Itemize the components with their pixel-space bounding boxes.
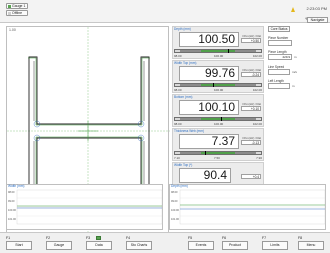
trend-y-tick: 98.00 <box>171 190 178 194</box>
line-speed-unit: m/s <box>292 70 297 74</box>
core-status-button[interactable]: Core Status <box>268 26 290 32</box>
gauge-delta: -0.13 <box>241 140 261 145</box>
gauge-thickness-web[interactable]: Thickness Web (mm) Ohm(Hz) ±Val 7.37 -0.… <box>172 128 264 161</box>
data-button[interactable]: Data <box>86 241 112 250</box>
mode-button[interactable]: Offline <box>6 10 28 16</box>
trend-y-tick: 100.00 <box>171 208 179 212</box>
navigate-button[interactable]: Navigate <box>307 17 328 23</box>
gauge-bar <box>174 151 262 155</box>
gauge-bar <box>174 49 262 53</box>
gauge-name: Thickness Web (mm) <box>174 129 205 133</box>
gauge-delta: +0.10 <box>241 106 261 111</box>
gauge-value: 7.37 <box>179 134 239 149</box>
menu-button[interactable]: Menu <box>298 241 324 250</box>
gauge-name: Width Top (mm) <box>174 61 197 65</box>
gauge-delta: -0.24 <box>241 72 261 77</box>
trend-plot: 98.00 99.00 100.00 101.00 <box>8 189 163 225</box>
left-length-unit: m <box>292 84 295 88</box>
piece-length-field[interactable]: 229.9 <box>268 54 292 60</box>
gauge-value: 99.76 <box>179 66 239 81</box>
trend-y-tick: 99.00 <box>8 199 15 203</box>
gauge-needle <box>228 49 230 53</box>
gauge-delta: +0.4 <box>241 174 261 179</box>
gauge-name: Bottom (mm) <box>174 95 193 99</box>
gauge-depth[interactable]: Depth (mm) Ohm(Hz) ±Val 100.50 +0.50 98.… <box>172 26 264 59</box>
trend-y-tick: 101.00 <box>171 217 179 221</box>
store-charts-button[interactable]: Sto Charts <box>126 241 152 250</box>
gauge-value: 100.10 <box>179 100 239 115</box>
gauge-delta: +0.50 <box>241 38 261 43</box>
gauge-button[interactable]: Gauge <box>46 241 72 250</box>
trend-chart-width: Width (mm) 98.00 99.00 100.00 101.00 <box>6 184 163 230</box>
gauge-value: 90.4 <box>179 168 231 183</box>
warning-icon[interactable] <box>291 7 295 12</box>
gauge-bar <box>174 83 262 87</box>
trend-y-tick: 99.00 <box>171 199 178 203</box>
events-button[interactable]: Events <box>188 241 214 250</box>
piece-length-unit: m <box>294 55 297 59</box>
gauge-selector-button[interactable]: Gauge 1 <box>6 3 28 9</box>
start-button[interactable]: Start <box>6 241 32 250</box>
gauge-name: Width Top (*) <box>174 163 193 167</box>
trend-chart-depth: Depth (mm) 98.00 99.00 100.00 101.00 <box>169 184 326 230</box>
trend-y-tick: 100.00 <box>8 208 16 212</box>
status-icon <box>8 4 11 8</box>
line-speed-field[interactable] <box>268 69 290 75</box>
trend-y-tick: 98.00 <box>8 190 15 194</box>
limits-button[interactable]: Limits <box>262 241 288 250</box>
gauge-selector-label: Gauge 1 <box>12 4 26 8</box>
data-icon <box>96 236 101 240</box>
left-length-field[interactable] <box>268 83 290 89</box>
trend-plot: 98.00 99.00 100.00 101.00 <box>171 189 326 225</box>
gauge-width-top[interactable]: Width Top (mm) Ohm(Hz) ±Val 99.76 -0.24 … <box>172 60 264 93</box>
gauge-value: 100.50 <box>179 32 239 47</box>
gauge-bottom[interactable]: Bottom (mm) Ohm(Hz) ±Val 100.10 +0.10 98… <box>172 94 264 127</box>
gauge-needle <box>220 117 222 121</box>
clock: 2:23:03 PM <box>306 6 327 11</box>
function-key-bar: F1 Start F2 Gauge F3 Data F4 Sto Charts … <box>0 232 330 253</box>
gauge-needle <box>212 83 214 87</box>
gauge-name: Depth (mm) <box>174 27 191 31</box>
mode-icon <box>8 11 11 15</box>
piece-number-field[interactable] <box>268 40 292 46</box>
gauge-needle <box>205 151 207 155</box>
gauge-bar <box>174 117 262 121</box>
top-bar: Gauge 1 Offline 2:23:03 PM ✎ Navigate <box>0 0 330 23</box>
trend-y-tick: 101.00 <box>8 217 16 221</box>
product-button[interactable]: Product <box>222 241 248 250</box>
mode-label: Offline <box>12 11 23 15</box>
